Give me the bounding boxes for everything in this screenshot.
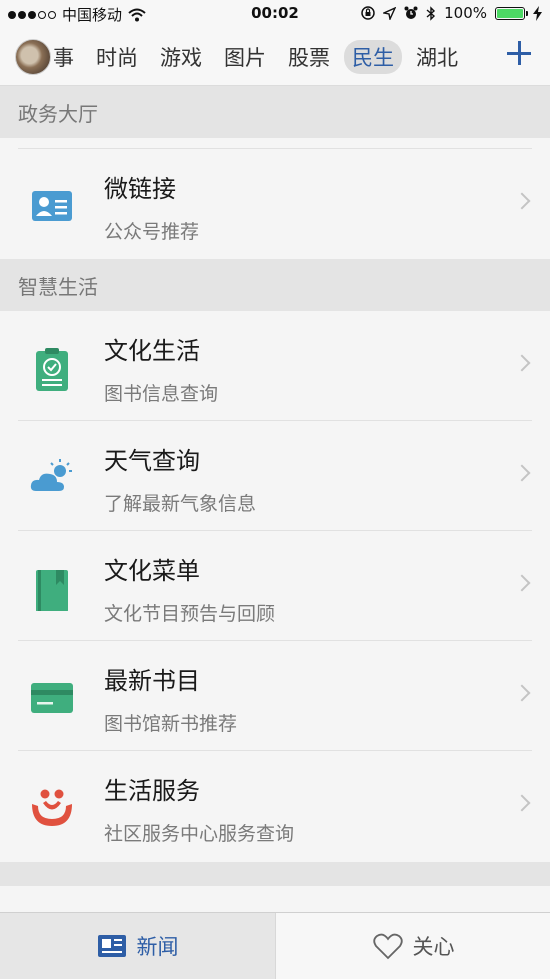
- tab-news-label: 新闻: [136, 935, 179, 959]
- item-title: 最新书目: [104, 667, 200, 695]
- item-title: 天气查询: [104, 447, 200, 475]
- tab-care[interactable]: 关心: [275, 913, 550, 979]
- tab-hubei[interactable]: 湖北: [416, 42, 458, 72]
- battery-icon: [495, 6, 528, 20]
- chevron-right-icon: [513, 794, 531, 812]
- list-item-new-books[interactable]: 最新书目 图书馆新书推荐: [0, 641, 550, 751]
- list-item-culture-life[interactable]: 文化生活 图书信息查询: [0, 311, 550, 421]
- item-title: 文化生活: [104, 337, 200, 365]
- bottom-tab-bar: 新闻 关心: [0, 912, 550, 979]
- bookmark-book-icon: [36, 570, 68, 611]
- clipboard-check-icon: [36, 348, 68, 391]
- add-channel-icon[interactable]: [506, 40, 532, 66]
- chevron-right-icon: [513, 464, 531, 482]
- tab-stocks[interactable]: 股票: [288, 42, 330, 72]
- tab-fashion[interactable]: 时尚: [96, 42, 138, 72]
- chevron-right-icon: [513, 192, 531, 210]
- list-item-weather[interactable]: 天气查询 了解最新气象信息: [0, 421, 550, 531]
- tab-games[interactable]: 游戏: [160, 42, 202, 72]
- section-header-smart-life: 智慧生活: [0, 259, 550, 311]
- tab-care-label: 关心: [412, 935, 455, 959]
- item-title: 文化菜单: [104, 557, 200, 585]
- tab-livelihood[interactable]: 民生: [344, 39, 402, 74]
- chevron-right-icon: [513, 684, 531, 702]
- user-avatar[interactable]: [15, 39, 51, 75]
- battery-percent: 100%: [444, 4, 487, 22]
- location-arrow-icon: [383, 6, 397, 20]
- item-subtitle: 了解最新气象信息: [104, 493, 257, 515]
- tab-pictures[interactable]: 图片: [224, 42, 266, 72]
- item-title: 微链接: [104, 175, 176, 203]
- heart-icon: [372, 933, 403, 960]
- list-item-micro-link[interactable]: 微链接 公众号推荐: [0, 149, 550, 259]
- item-subtitle: 社区服务中心服务查询: [104, 823, 295, 845]
- charging-icon: [533, 5, 542, 21]
- newspaper-icon: [97, 935, 126, 957]
- card-icon: [31, 683, 73, 713]
- bluetooth-icon: [426, 5, 436, 21]
- rotation-lock-icon: [361, 6, 375, 20]
- item-title: 生活服务: [104, 777, 200, 805]
- tab-channel-partial[interactable]: 事: [53, 42, 74, 72]
- alarm-icon: [404, 6, 418, 19]
- channel-tabs: 事 时尚 游戏 图片 股票 民生 湖北: [53, 28, 480, 85]
- section-spacer: [0, 862, 550, 886]
- community-logo-icon: [32, 789, 72, 826]
- status-right: 100%: [361, 4, 542, 22]
- list-item-life-services[interactable]: 生活服务 社区服务中心服务查询: [0, 751, 550, 862]
- cloud-sun-icon: [30, 459, 72, 491]
- chevron-right-icon: [513, 354, 531, 372]
- status-bar: 中国移动 00:02 100%: [0, 0, 550, 28]
- item-subtitle: 图书馆新书推荐: [104, 713, 238, 735]
- item-subtitle: 图书信息查询: [104, 383, 219, 405]
- chevron-right-icon: [513, 574, 531, 592]
- contact-card-icon: [32, 191, 72, 221]
- item-subtitle: 公众号推荐: [104, 221, 200, 243]
- channel-nav-bar: 事 时尚 游戏 图片 股票 民生 湖北: [0, 28, 550, 86]
- list-item-culture-menu[interactable]: 文化菜单 文化节目预告与回顾: [0, 531, 550, 641]
- tab-news[interactable]: 新闻: [0, 913, 275, 979]
- item-subtitle: 文化节目预告与回顾: [104, 603, 276, 625]
- section-header-government: 政务大厅: [0, 86, 550, 138]
